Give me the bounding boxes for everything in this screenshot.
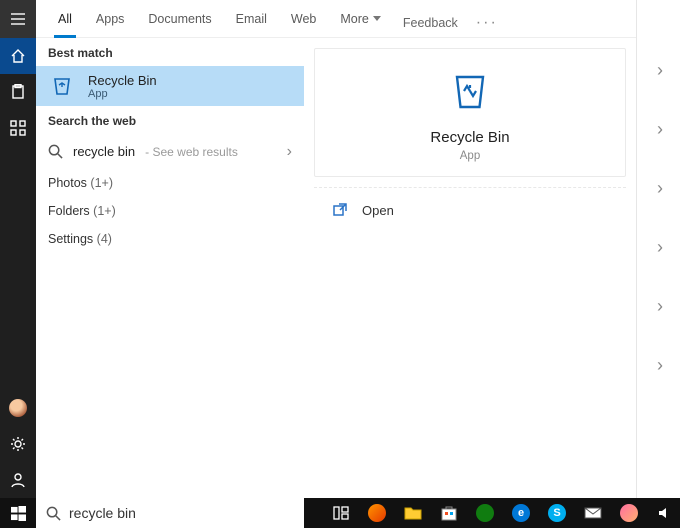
- web-query: recycle bin: [73, 144, 135, 159]
- clipboard-icon: [11, 84, 25, 100]
- result-subtitle: App: [88, 88, 157, 100]
- result-title: Recycle Bin: [88, 73, 157, 88]
- firefox-icon: [368, 504, 386, 522]
- chevron-right-icon: ›: [287, 143, 292, 161]
- taskbar-store[interactable]: [434, 498, 464, 528]
- snip-icon: [620, 504, 638, 522]
- xbox-icon: [476, 504, 494, 522]
- person-icon: [10, 472, 26, 488]
- home-icon: [10, 48, 26, 64]
- tab-more[interactable]: More: [328, 0, 392, 38]
- taskbar-edge[interactable]: e: [506, 498, 536, 528]
- edge-icon: e: [512, 504, 530, 522]
- chevron-right-icon[interactable]: ›: [657, 296, 663, 317]
- search-input[interactable]: [69, 505, 294, 521]
- taskbar-task-view[interactable]: [326, 498, 356, 528]
- avatar: [9, 399, 27, 417]
- rail-documents[interactable]: [0, 74, 36, 110]
- more-icon[interactable]: ···: [470, 14, 504, 32]
- chevron-right-icon[interactable]: ›: [657, 60, 663, 81]
- detail-card: Recycle Bin App: [314, 48, 626, 177]
- tab-email[interactable]: Email: [224, 0, 279, 38]
- tab-apps[interactable]: Apps: [84, 0, 137, 38]
- category-photos[interactable]: Photos (1+): [36, 169, 304, 197]
- rail-settings[interactable]: [0, 426, 36, 462]
- sound-icon: [656, 504, 674, 522]
- chevron-down-icon: [373, 16, 381, 21]
- taskbar-file-explorer[interactable]: [398, 498, 428, 528]
- gear-icon: [10, 436, 26, 452]
- category-settings[interactable]: Settings (4): [36, 225, 304, 253]
- taskbar-firefox[interactable]: [362, 498, 392, 528]
- tab-web[interactable]: Web: [279, 0, 328, 38]
- skype-icon: S: [548, 504, 566, 522]
- windows-logo-icon: [11, 506, 26, 521]
- taskbar-apps: e S: [326, 498, 680, 528]
- rail-home[interactable]: [0, 38, 36, 74]
- chevron-right-icon[interactable]: ›: [657, 237, 663, 258]
- taskbar-skype[interactable]: S: [542, 498, 572, 528]
- chevron-right-icon[interactable]: ›: [657, 119, 663, 140]
- chevron-right-icon[interactable]: ›: [657, 355, 663, 376]
- start-button[interactable]: [0, 498, 36, 528]
- taskbar-snip[interactable]: [614, 498, 644, 528]
- result-detail-pane: Recycle Bin App Open: [304, 38, 636, 498]
- results-list: Best match Recycle Bin App Search the we…: [36, 38, 304, 498]
- taskbar: e S: [0, 498, 680, 528]
- feedback-link[interactable]: Feedback: [403, 16, 458, 30]
- web-hint: - See web results: [145, 145, 238, 159]
- store-icon: [440, 504, 458, 522]
- search-panel: All Apps Documents Email Web More Feedba…: [36, 0, 637, 498]
- taskbar-search[interactable]: [36, 498, 304, 528]
- action-open[interactable]: Open: [314, 196, 626, 224]
- search-rail: [0, 0, 36, 498]
- mail-icon: [584, 504, 602, 522]
- result-recycle-bin[interactable]: Recycle Bin App: [36, 66, 304, 106]
- folder-icon: [404, 504, 422, 522]
- action-open-label: Open: [362, 203, 394, 218]
- app-group-icon: [10, 120, 26, 136]
- search-tabs: All Apps Documents Email Web More Feedba…: [36, 0, 636, 38]
- rail-account[interactable]: [0, 462, 36, 498]
- hamburger-icon: [10, 13, 26, 25]
- taskbar-sound[interactable]: [650, 498, 680, 528]
- section-search-web: Search the web: [36, 106, 304, 134]
- web-search-row[interactable]: recycle bin - See web results ›: [36, 134, 304, 169]
- search-icon: [46, 506, 61, 521]
- rail-avatar[interactable]: [0, 390, 36, 426]
- recycle-bin-icon: [446, 67, 494, 115]
- detail-subtitle: App: [460, 150, 480, 162]
- section-best-match: Best match: [36, 38, 304, 66]
- hamburger-button[interactable]: [0, 0, 36, 38]
- detail-title: Recycle Bin: [430, 129, 509, 146]
- category-folders[interactable]: Folders (1+): [36, 197, 304, 225]
- search-icon: [48, 144, 63, 159]
- recycle-bin-icon: [48, 72, 76, 100]
- chevron-right-icon[interactable]: ›: [657, 178, 663, 199]
- taskbar-mail[interactable]: [578, 498, 608, 528]
- tab-documents[interactable]: Documents: [136, 0, 223, 38]
- taskbar-xbox[interactable]: [470, 498, 500, 528]
- open-icon: [332, 202, 348, 218]
- background-page-chevrons: › › › › › ›: [640, 40, 680, 440]
- tab-all[interactable]: All: [46, 0, 84, 38]
- detail-actions: Open: [314, 187, 626, 224]
- rail-apps[interactable]: [0, 110, 36, 146]
